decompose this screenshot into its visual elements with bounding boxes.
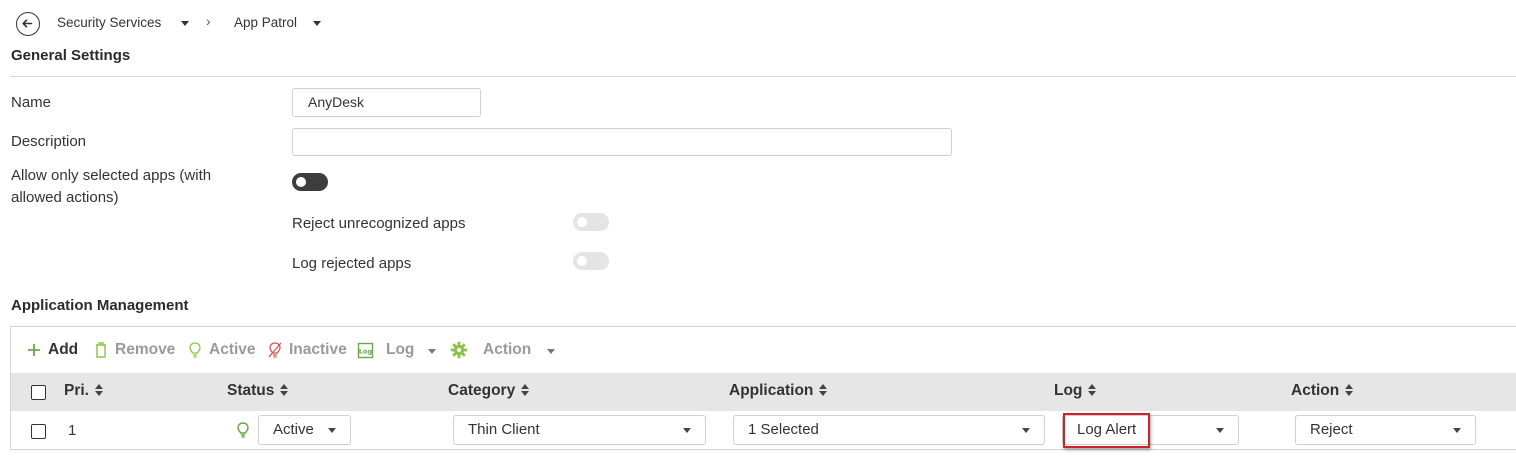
chevron-down-icon[interactable] [428, 349, 436, 354]
breadcrumb-app-patrol[interactable]: App Patrol [234, 15, 297, 30]
back-arrow-icon [22, 19, 33, 28]
log-dropdown[interactable]: Log [386, 341, 414, 359]
bulb-off-icon [268, 342, 282, 358]
name-label: Name [11, 94, 52, 111]
status-select[interactable]: Active [258, 415, 351, 445]
inactive-button[interactable]: Inactive [289, 341, 347, 359]
log-alert-highlight [1063, 413, 1150, 448]
bulb-icon [237, 422, 249, 438]
log-rejected-toggle[interactable] [573, 252, 609, 270]
breadcrumb-separator: › [206, 13, 211, 29]
name-field[interactable]: AnyDesk [292, 88, 481, 117]
select-all-checkbox[interactable] [31, 385, 46, 400]
category-select[interactable]: Thin Client [453, 415, 706, 445]
bulb-icon [189, 342, 201, 358]
sort-icon [94, 383, 103, 396]
column-header-category[interactable]: Category [448, 382, 530, 400]
chevron-down-icon [1453, 428, 1461, 433]
row-checkbox[interactable] [31, 424, 46, 439]
column-header-log[interactable]: Log [1054, 382, 1097, 400]
chevron-down-icon [1022, 428, 1030, 433]
remove-button[interactable]: Remove [115, 341, 175, 359]
column-header-pri[interactable]: Pri. [64, 382, 103, 400]
log-icon: Log [357, 342, 374, 359]
chevron-down-icon [328, 428, 336, 433]
row-priority: 1 [68, 422, 77, 439]
section-divider [10, 76, 1516, 77]
allow-only-label: Allow only selected apps (with allowed a… [11, 167, 212, 206]
column-header-application[interactable]: Application [729, 382, 828, 400]
action-dropdown[interactable]: Action [483, 341, 531, 359]
reject-unrecognized-toggle[interactable] [573, 213, 609, 231]
log-rejected-label: Log rejected apps [292, 255, 412, 272]
sort-icon [819, 383, 828, 396]
breadcrumb-security-services[interactable]: Security Services [57, 15, 161, 30]
sort-icon [1088, 383, 1097, 396]
back-button[interactable] [16, 12, 40, 36]
chevron-down-icon [683, 428, 691, 433]
gear-icon [450, 341, 468, 359]
description-label: Description [11, 133, 87, 150]
general-settings-title: General Settings [11, 47, 131, 64]
description-field[interactable] [292, 128, 952, 156]
application-management-title: Application Management [11, 297, 189, 314]
sort-icon [1345, 383, 1354, 396]
action-select[interactable]: Reject [1295, 415, 1476, 445]
plus-icon [28, 344, 40, 356]
svg-text:Log: Log [359, 348, 373, 356]
column-header-action[interactable]: Action [1291, 382, 1354, 400]
application-select[interactable]: 1 Selected [733, 415, 1045, 445]
column-header-status[interactable]: Status [227, 382, 289, 400]
chevron-down-icon[interactable] [547, 349, 555, 354]
sort-icon [521, 383, 530, 396]
reject-unrecognized-label: Reject unrecognized apps [292, 215, 466, 232]
active-button[interactable]: Active [209, 341, 256, 359]
chevron-down-icon[interactable] [313, 21, 321, 26]
sort-icon [280, 383, 289, 396]
allow-only-toggle[interactable] [292, 173, 328, 191]
trash-icon [96, 342, 106, 358]
add-button[interactable]: Add [48, 341, 78, 359]
chevron-down-icon[interactable] [181, 21, 189, 26]
chevron-down-icon [1216, 428, 1224, 433]
